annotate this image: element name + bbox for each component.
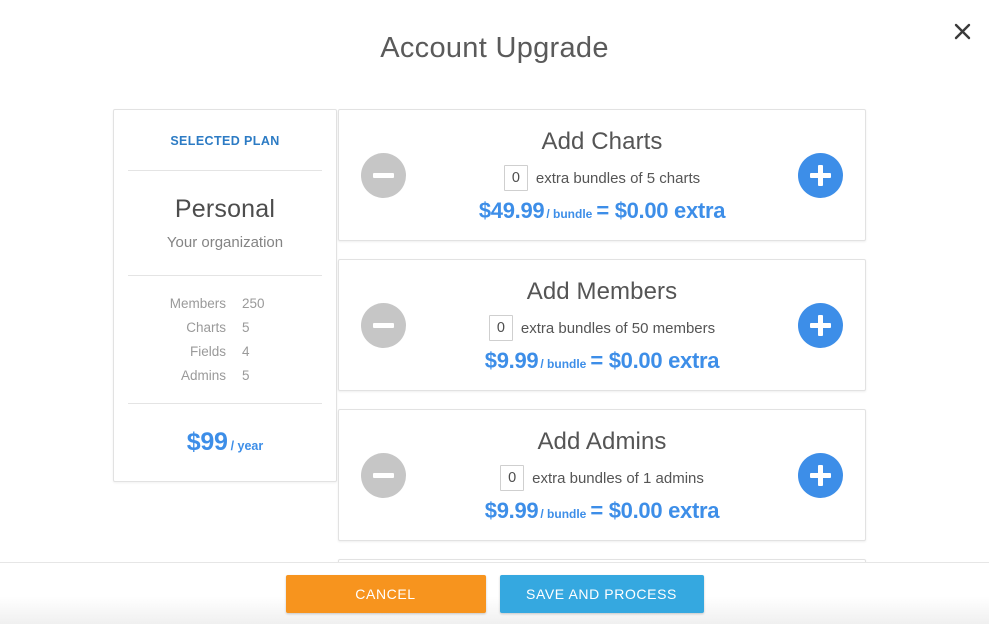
modal-footer: CANCEL SAVE AND PROCESS [0, 562, 989, 624]
modal-body: SELECTED PLAN Personal Your organization… [0, 100, 989, 562]
spec-value: 5 [242, 320, 250, 335]
spec-row: Members 250 [132, 296, 318, 311]
selected-plan-card: SELECTED PLAN Personal Your organization… [113, 109, 337, 482]
spec-value: 5 [242, 368, 250, 383]
spec-label: Members [169, 296, 226, 311]
addon-unit-suffix: / bundle [540, 357, 587, 371]
minus-icon[interactable] [361, 152, 406, 198]
addon-unit-price: $9.99 [484, 498, 539, 523]
divider [128, 275, 322, 276]
minus-bar [373, 472, 394, 478]
minus-icon[interactable] [361, 452, 406, 498]
plan-price-period: / year [230, 439, 264, 453]
minus-bar [373, 322, 394, 328]
addon-price-line: $9.99/ bundle = $0.00 extra [414, 500, 790, 522]
addon-card-members: Add Members extra bundles of 50 members … [338, 259, 866, 391]
save-and-process-button[interactable]: SAVE AND PROCESS [499, 574, 704, 613]
addon-total: = $0.00 extra [596, 198, 726, 223]
plan-organization: Your organization [166, 234, 284, 251]
addon-price-line: $49.99/ bundle = $0.00 extra [414, 200, 790, 222]
addon-unit-price: $9.99 [484, 348, 539, 373]
addon-unit-price: $49.99 [478, 198, 545, 223]
addon-unit-suffix: / bundle [546, 207, 593, 221]
addon-content: Add Admins extra bundles of 1 admins $9.… [406, 428, 798, 522]
minus-bar [373, 172, 394, 178]
spec-label: Charts [186, 320, 226, 335]
plan-price-amount: $99 [186, 428, 228, 456]
divider [128, 170, 322, 171]
addon-description: extra bundles of 1 admins [532, 469, 704, 487]
plan-price: $99/ year [132, 430, 318, 455]
addons-column: Add Charts extra bundles of 5 charts $49… [338, 109, 989, 562]
spec-label: Fields [189, 344, 226, 359]
minus-icon[interactable] [361, 302, 406, 348]
plus-bar-vertical [818, 164, 823, 186]
selected-plan-column: SELECTED PLAN Personal Your organization… [0, 109, 338, 482]
addon-unit-suffix: / bundle [540, 507, 587, 521]
spec-row: Charts 5 [132, 320, 318, 335]
quantity-input[interactable] [488, 315, 513, 341]
addon-total: = $0.00 extra [590, 498, 720, 523]
addon-card-charts: Add Charts extra bundles of 5 charts $49… [338, 109, 866, 241]
quantity-input[interactable] [503, 165, 528, 191]
plus-bar-vertical [818, 314, 823, 336]
addon-description: extra bundles of 5 charts [535, 169, 701, 187]
selected-plan-label: SELECTED PLAN [170, 134, 280, 148]
addon-quantity-line: extra bundles of 1 admins [414, 465, 790, 491]
plus-icon[interactable] [798, 152, 843, 198]
spec-row: Fields 4 [132, 344, 318, 359]
addon-description: extra bundles of 50 members [520, 319, 716, 337]
addon-title: Add Charts [541, 128, 663, 155]
cancel-button[interactable]: CANCEL [285, 574, 486, 613]
addon-quantity-line: extra bundles of 50 members [414, 315, 790, 341]
page-title: Account Upgrade [380, 32, 609, 64]
addon-quantity-line: extra bundles of 5 charts [414, 165, 790, 191]
addon-title: Add Admins [537, 428, 667, 455]
addon-title: Add Members [526, 278, 678, 305]
addon-content: Add Members extra bundles of 50 members … [406, 278, 798, 372]
quantity-input[interactable] [500, 465, 525, 491]
plus-icon[interactable] [798, 452, 843, 498]
addon-content: Add Charts extra bundles of 5 charts $49… [406, 128, 798, 222]
plan-name: Personal [174, 195, 276, 223]
plus-icon[interactable] [798, 302, 843, 348]
spec-row: Admins 5 [132, 368, 318, 383]
plan-specs: Members 250 Charts 5 Fields 4 Admins 5 [132, 296, 318, 383]
spec-value: 250 [242, 296, 265, 311]
plus-bar-vertical [818, 464, 823, 486]
account-upgrade-modal: Account Upgrade SELECTED PLAN Personal Y… [0, 0, 989, 624]
addon-total: = $0.00 extra [590, 348, 720, 373]
spec-label: Admins [180, 368, 226, 383]
addon-price-line: $9.99/ bundle = $0.00 extra [414, 350, 790, 372]
spec-value: 4 [242, 344, 250, 359]
divider [128, 403, 322, 404]
addon-card-admins: Add Admins extra bundles of 1 admins $9.… [338, 409, 866, 541]
